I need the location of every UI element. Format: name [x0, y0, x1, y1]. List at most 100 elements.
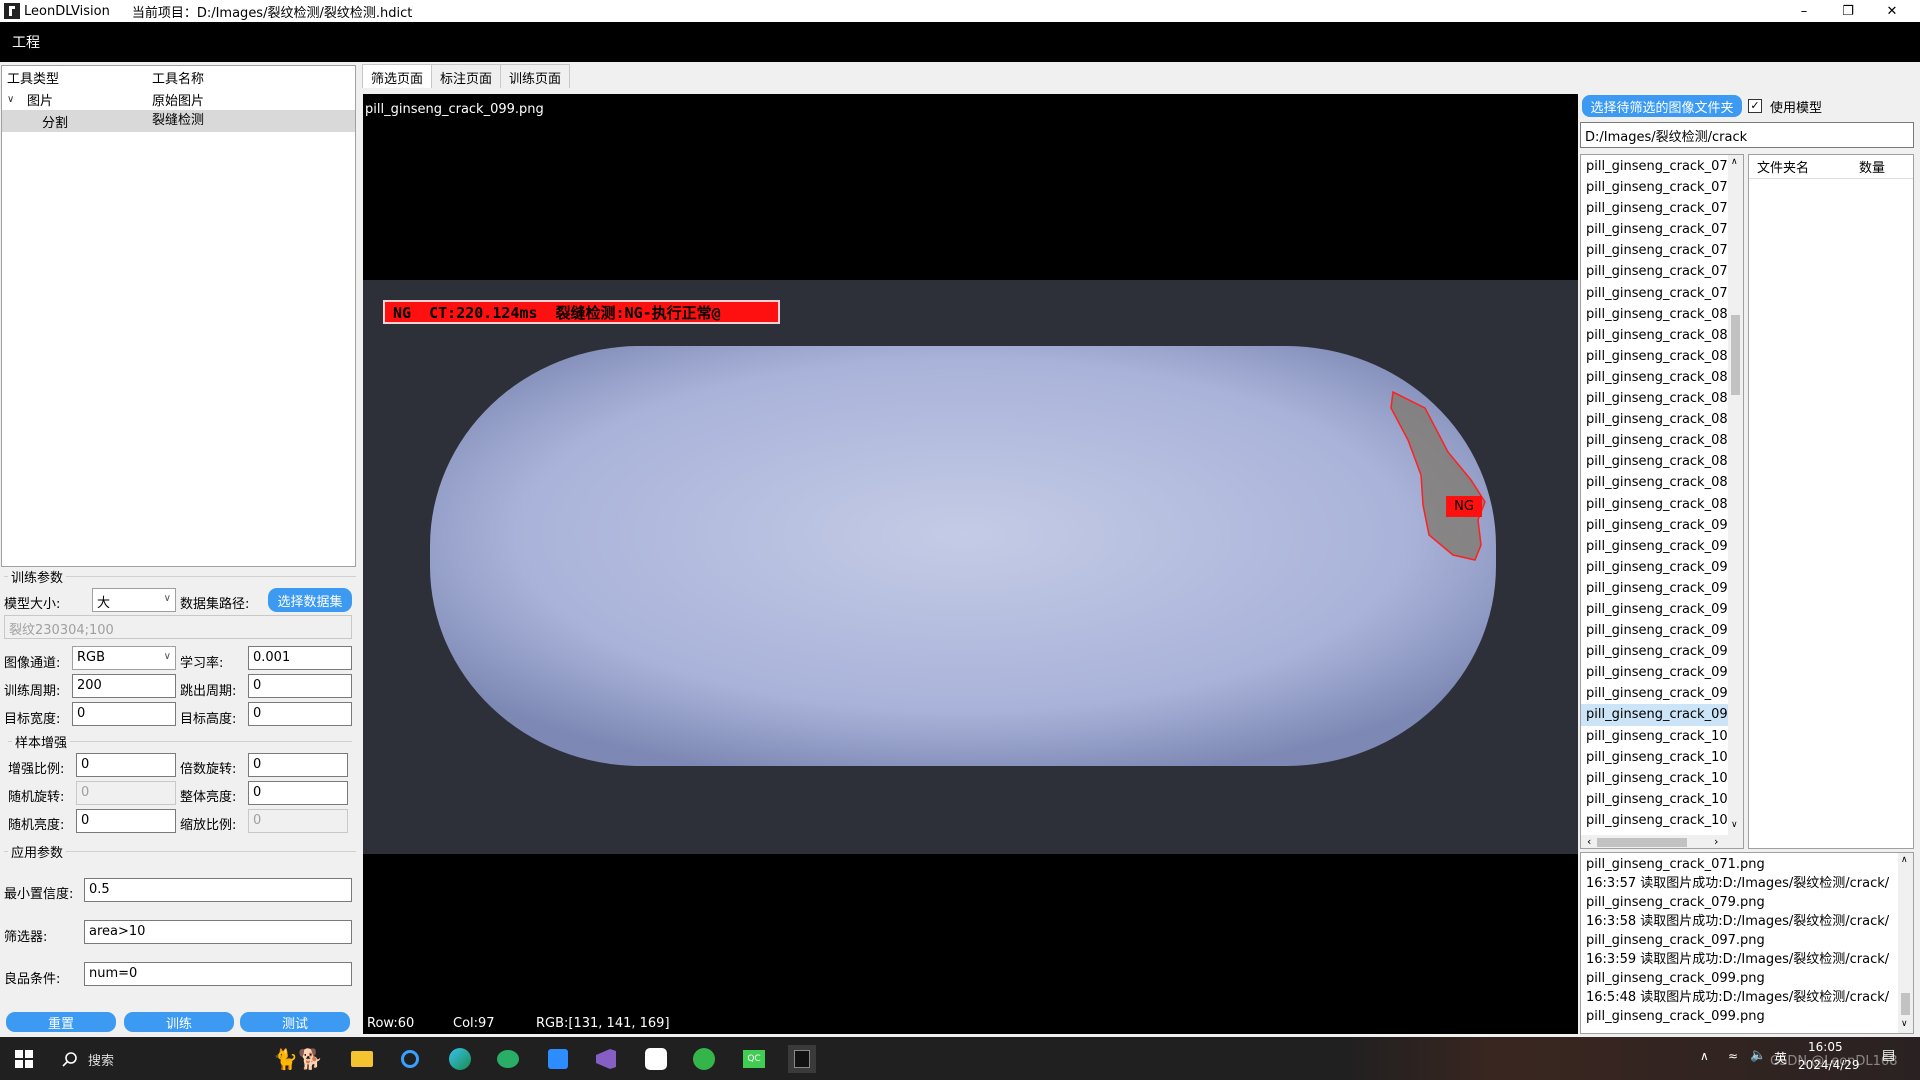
- file-list-item[interactable]: pill_ginseng_crack_097: [1581, 662, 1743, 683]
- file-list-item[interactable]: pill_ginseng_crack_098: [1581, 683, 1743, 704]
- network-icon[interactable]: ≈: [1728, 1049, 1738, 1063]
- files-app-icon[interactable]: [544, 1045, 572, 1073]
- select-dataset-button[interactable]: 选择数据集: [268, 588, 352, 612]
- scroll-down-icon[interactable]: ∨: [1731, 820, 1738, 830]
- clock-time[interactable]: 16:05: [1808, 1040, 1843, 1054]
- qt-creator-icon[interactable]: QC: [740, 1045, 768, 1073]
- filter-input[interactable]: area>10: [84, 920, 352, 944]
- chevron-down-icon[interactable]: ∨: [7, 94, 27, 105]
- maximize-button[interactable]: ❐: [1826, 0, 1870, 22]
- augment-ratio-input[interactable]: 0: [76, 753, 176, 777]
- good-cond-input[interactable]: num=0: [84, 962, 352, 986]
- tab-filter[interactable]: 筛选页面: [362, 64, 433, 88]
- edge-browser-icon[interactable]: [446, 1045, 474, 1073]
- min-conf-input[interactable]: 0.5: [84, 878, 352, 902]
- file-list-item[interactable]: pill_ginseng_crack_084: [1581, 388, 1743, 409]
- folder-name-header[interactable]: 文件夹名: [1749, 157, 1859, 176]
- tab-train[interactable]: 训练页面: [500, 64, 571, 88]
- tree-row-image[interactable]: ∨ 图片 原始图片: [2, 88, 355, 110]
- taskbar-search-box[interactable]: 搜索: [88, 1050, 114, 1069]
- file-list-item[interactable]: pill_ginseng_crack_099: [1581, 704, 1743, 726]
- file-list-hscrollbar[interactable]: ‹ ›: [1581, 835, 1743, 848]
- paint-app-icon[interactable]: [642, 1045, 670, 1073]
- search-app-icon[interactable]: [396, 1045, 424, 1073]
- folder-count-header[interactable]: 数量: [1859, 157, 1885, 176]
- rand-rotate-input[interactable]: 0: [76, 781, 176, 805]
- target-width-input[interactable]: 0: [72, 702, 176, 726]
- scrollbar-thumb[interactable]: [1731, 315, 1740, 395]
- file-list-item[interactable]: pill_ginseng_crack_088: [1581, 472, 1743, 493]
- file-list-item[interactable]: pill_ginseng_crack_104: [1581, 810, 1743, 831]
- file-list-item[interactable]: pill_ginseng_crack_074: [1581, 177, 1743, 198]
- cats-widget-icon[interactable]: 🐈🐕: [258, 1045, 338, 1073]
- file-list-item[interactable]: pill_ginseng_crack_095: [1581, 620, 1743, 641]
- file-list-item[interactable]: pill_ginseng_crack_091: [1581, 536, 1743, 557]
- file-list-item[interactable]: pill_ginseng_crack_083: [1581, 367, 1743, 388]
- model-size-select[interactable]: 大 ∨: [92, 588, 176, 612]
- file-explorer-icon[interactable]: [348, 1045, 376, 1073]
- visual-studio-icon[interactable]: [592, 1045, 620, 1073]
- wechat-icon[interactable]: [494, 1045, 522, 1073]
- file-list-item[interactable]: pill_ginseng_crack_092: [1581, 557, 1743, 578]
- file-list-item[interactable]: pill_ginseng_crack_101: [1581, 747, 1743, 768]
- file-list-item[interactable]: pill_ginseng_crack_078: [1581, 261, 1743, 282]
- file-list-item[interactable]: pill_ginseng_crack_090: [1581, 515, 1743, 536]
- file-list-item[interactable]: pill_ginseng_crack_077: [1581, 240, 1743, 261]
- reset-button[interactable]: 重置: [6, 1012, 116, 1032]
- file-list-item[interactable]: pill_ginseng_crack_082: [1581, 346, 1743, 367]
- scroll-right-icon[interactable]: ›: [1714, 835, 1718, 848]
- windows-start-icon[interactable]: [10, 1045, 38, 1073]
- file-list-item[interactable]: pill_ginseng_crack_075: [1581, 198, 1743, 219]
- test-button[interactable]: 测试: [240, 1012, 350, 1032]
- search-icon[interactable]: [56, 1045, 84, 1073]
- channel-select[interactable]: RGB ∨: [72, 646, 176, 670]
- file-list-item[interactable]: pill_ginseng_crack_100: [1581, 726, 1743, 747]
- file-list-item[interactable]: pill_ginseng_crack_076: [1581, 219, 1743, 240]
- leon-dl-vision-icon[interactable]: [788, 1045, 816, 1073]
- chevron-up-icon[interactable]: ∧: [1700, 1049, 1709, 1063]
- file-list-item[interactable]: pill_ginseng_crack_096: [1581, 641, 1743, 662]
- skip-epochs-input[interactable]: 0: [248, 674, 352, 698]
- file-list-item[interactable]: pill_ginseng_crack_080: [1581, 304, 1743, 325]
- hscrollbar-thumb[interactable]: [1597, 838, 1687, 847]
- tree-row-segment[interactable]: 分割 裂缝检测: [2, 110, 355, 132]
- tree-header-type[interactable]: 工具类型: [2, 68, 152, 87]
- file-list-item[interactable]: pill_ginseng_crack_073: [1581, 156, 1743, 177]
- scroll-up-icon[interactable]: ∧: [1731, 157, 1738, 167]
- target-height-input[interactable]: 0: [248, 702, 352, 726]
- volume-icon[interactable]: 🔈: [1750, 1048, 1766, 1063]
- overall-brightness-input[interactable]: 0: [248, 781, 348, 805]
- file-list-item[interactable]: pill_ginseng_crack_079: [1581, 283, 1743, 304]
- folder-path-field[interactable]: D:/Images/裂纹检测/crack: [1580, 122, 1914, 148]
- menu-project[interactable]: 工程: [0, 32, 52, 52]
- notification-icon[interactable]: ▤: [1882, 1047, 1895, 1063]
- file-list-item[interactable]: pill_ginseng_crack_102: [1581, 768, 1743, 789]
- dataset-field[interactable]: 裂纹230304;100: [4, 615, 352, 639]
- minimize-button[interactable]: –: [1782, 0, 1826, 22]
- file-list-item[interactable]: pill_ginseng_crack_085: [1581, 409, 1743, 430]
- tab-annotate[interactable]: 标注页面: [431, 64, 502, 88]
- scroll-left-icon[interactable]: ‹: [1587, 835, 1591, 848]
- file-list-item[interactable]: pill_ginseng_crack_086: [1581, 430, 1743, 451]
- close-button[interactable]: ✕: [1870, 0, 1914, 22]
- file-list-item[interactable]: pill_ginseng_crack_089: [1581, 494, 1743, 515]
- green-app-icon[interactable]: [690, 1045, 718, 1073]
- scroll-up-icon[interactable]: ∧: [1901, 855, 1908, 865]
- mult-rotate-input[interactable]: 0: [248, 753, 348, 777]
- file-list-item[interactable]: pill_ginseng_crack_087: [1581, 451, 1743, 472]
- use-model-checkbox[interactable]: ✓: [1748, 99, 1762, 113]
- lr-input[interactable]: 0.001: [248, 646, 352, 670]
- tree-header-name[interactable]: 工具名称: [152, 68, 355, 87]
- file-list[interactable]: pill_ginseng_crack_073 pill_ginseng_crack…: [1580, 154, 1744, 849]
- file-list-scrollbar[interactable]: ∧ ∨: [1728, 155, 1743, 835]
- epochs-input[interactable]: 200: [72, 674, 176, 698]
- scale-input[interactable]: 0: [248, 809, 348, 833]
- scrollbar-thumb[interactable]: [1901, 993, 1910, 1015]
- file-list-item[interactable]: pill_ginseng_crack_103: [1581, 789, 1743, 810]
- log-scrollbar[interactable]: ∧ ∨: [1898, 853, 1913, 1033]
- file-list-item[interactable]: pill_ginseng_crack_094: [1581, 599, 1743, 620]
- image-viewer[interactable]: pill_ginseng_crack_099.png NG CT:220.124…: [363, 94, 1578, 1034]
- rand-brightness-input[interactable]: 0: [76, 809, 176, 833]
- select-folder-button[interactable]: 选择待筛选的图像文件夹: [1582, 95, 1742, 117]
- scroll-down-icon[interactable]: ∨: [1901, 1019, 1908, 1029]
